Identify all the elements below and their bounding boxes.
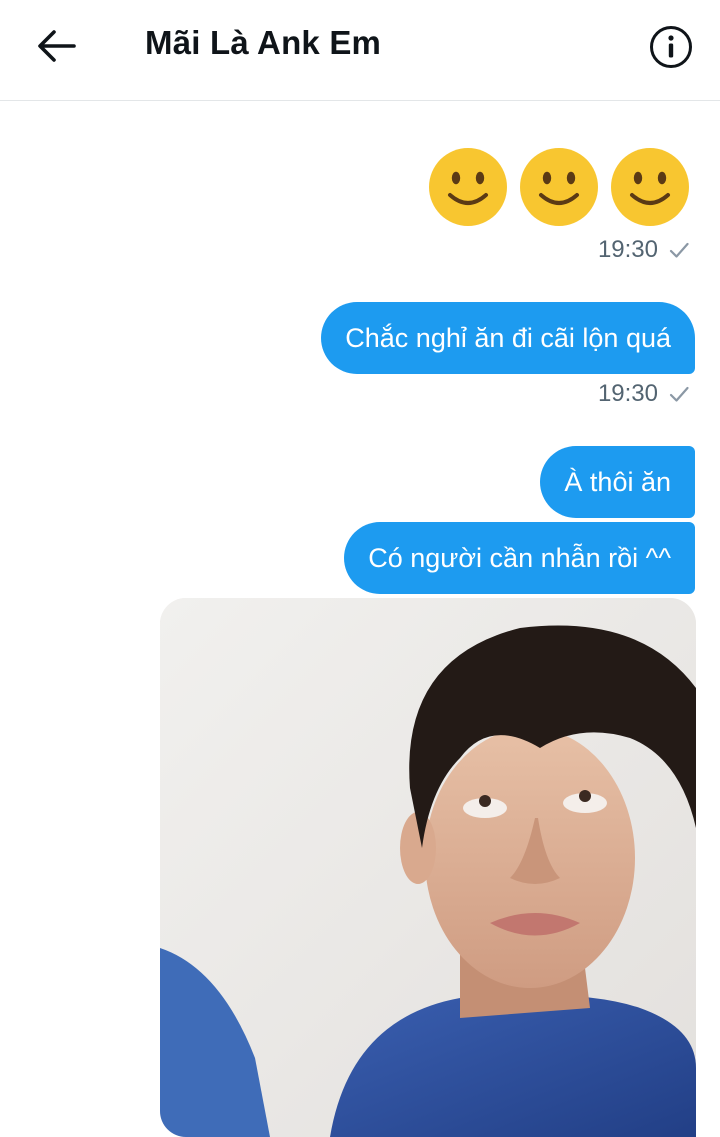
conversation-info-button[interactable] <box>648 24 694 70</box>
message-bubble[interactable]: Có người cần nhẫn rồi ^^ <box>344 522 695 594</box>
check-icon <box>669 242 689 258</box>
conversation-header: Mãi Là Ank Em <box>0 0 720 101</box>
message-timestamp: 19:30 <box>598 380 690 408</box>
back-button[interactable] <box>34 26 78 66</box>
arrow-left-icon <box>38 30 76 62</box>
message-text: Chắc nghỉ ăn đi cãi lộn quá <box>345 323 671 353</box>
conversation-title[interactable]: Mãi Là Ank Em <box>145 24 381 62</box>
photo-attachment <box>160 598 696 1137</box>
timestamp-text: 19:30 <box>597 236 658 263</box>
message-bubble[interactable]: À thôi ăn <box>540 446 695 518</box>
smiling-face-emoji-icon <box>520 148 598 226</box>
info-circle-icon <box>650 26 692 68</box>
smiling-face-emoji-icon <box>429 148 507 226</box>
timestamp-text: 19:30 <box>597 380 658 407</box>
message-timestamp: 19:30 <box>598 236 690 264</box>
check-icon <box>669 386 689 402</box>
message-text: À thôi ăn <box>564 467 671 497</box>
image-message[interactable] <box>160 598 696 1137</box>
message-bubble[interactable]: Chắc nghỉ ăn đi cãi lộn quá <box>321 302 695 374</box>
emoji-message[interactable] <box>428 147 690 227</box>
smiling-face-emoji-icon <box>611 148 689 226</box>
message-text: Có người cần nhẫn rồi ^^ <box>368 543 671 573</box>
